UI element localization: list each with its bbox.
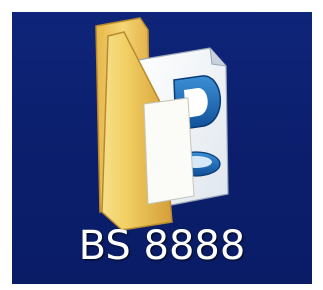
folder-with-document-icon[interactable]: [78, 16, 238, 232]
desktop-item-label[interactable]: BS 8888: [12, 222, 312, 270]
desktop-frame: BS 8888: [12, 12, 312, 284]
